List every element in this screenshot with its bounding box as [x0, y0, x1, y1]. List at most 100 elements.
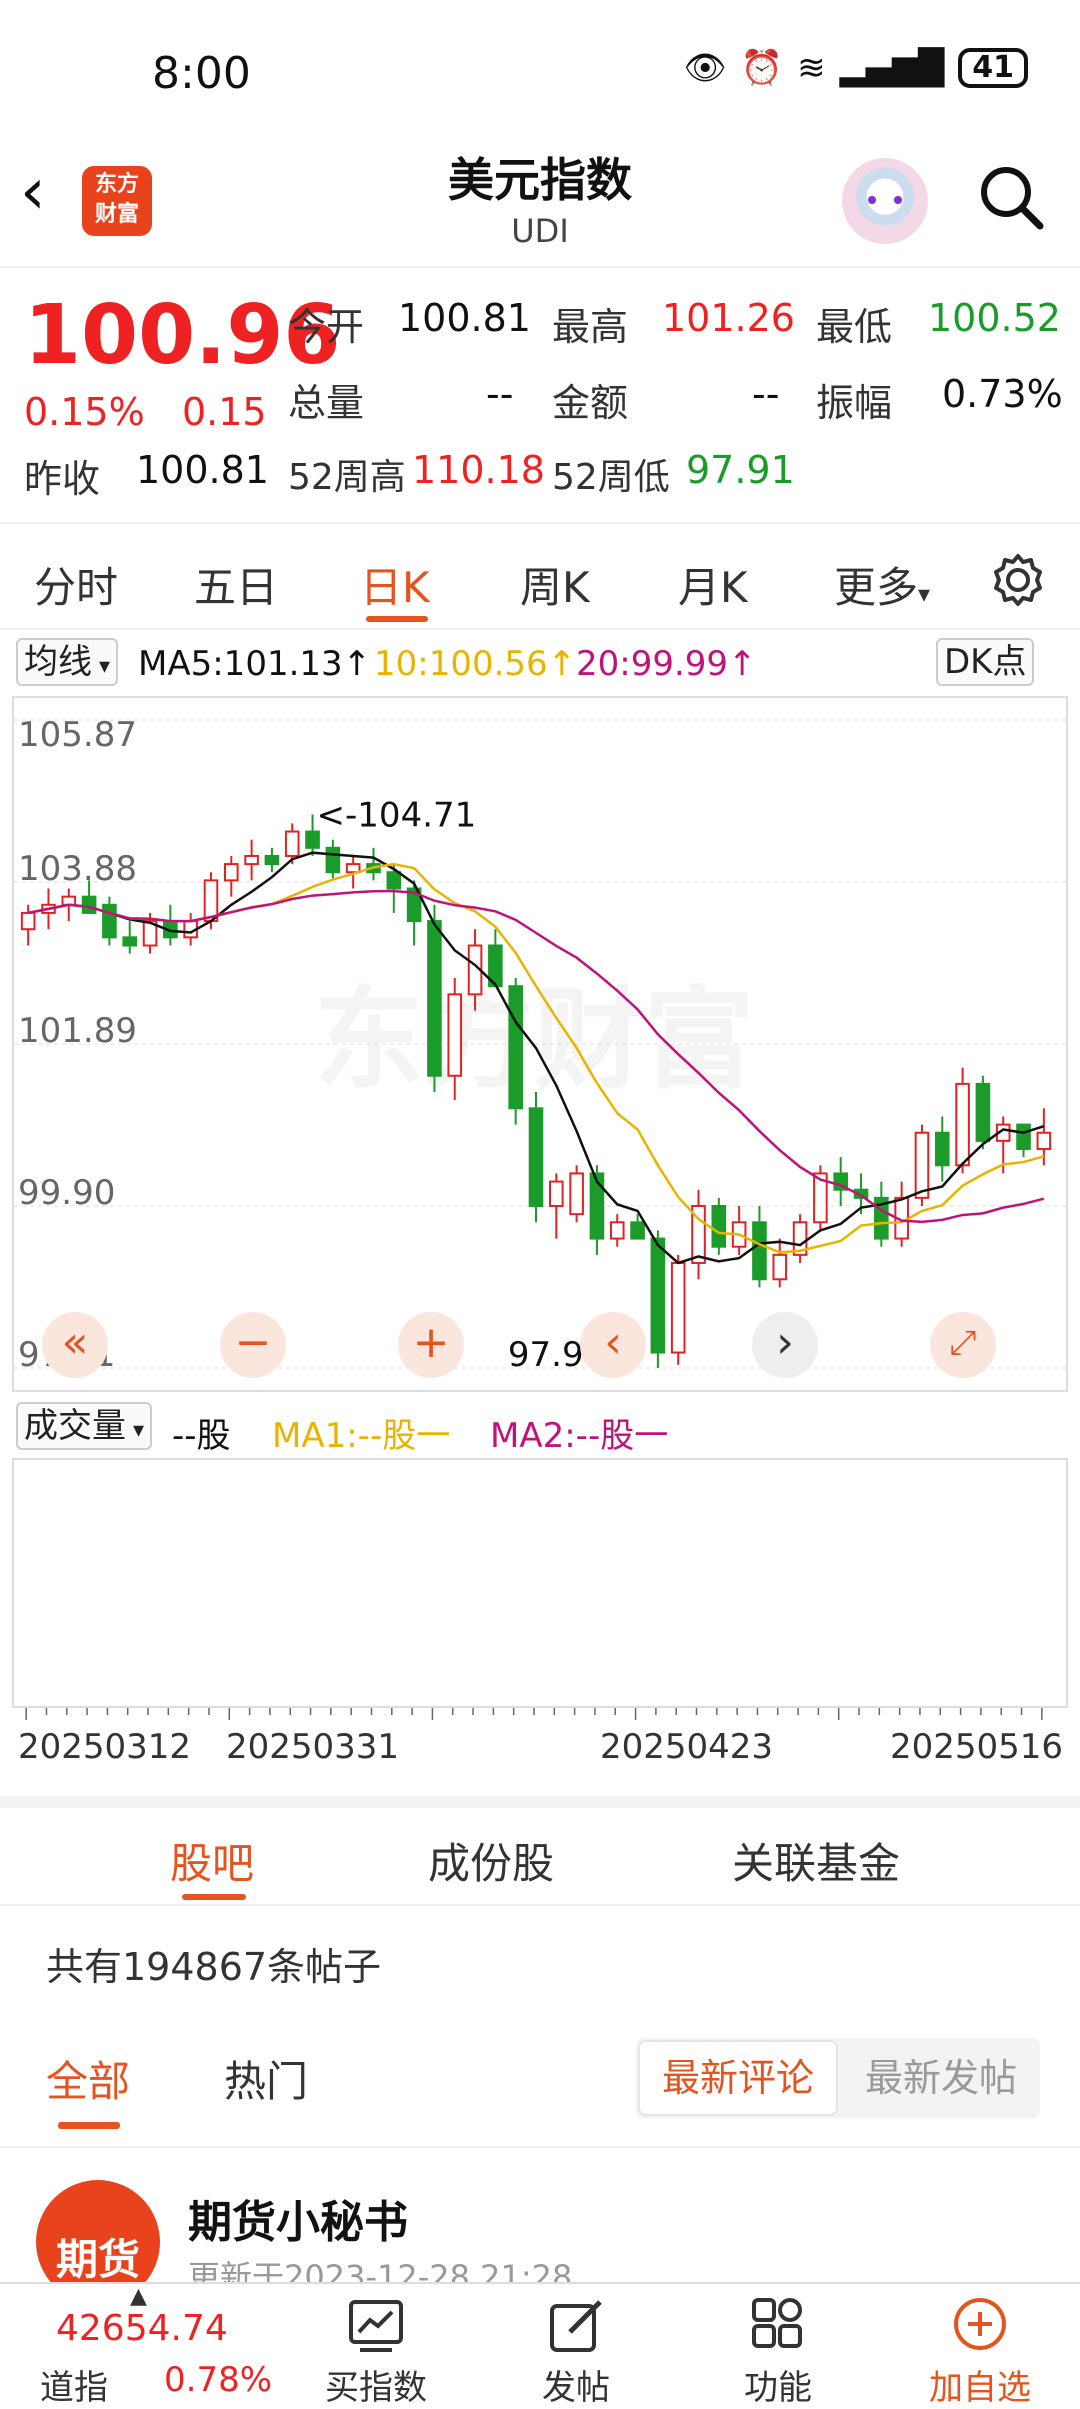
volume-label: 总量 — [288, 381, 365, 425]
amount-value: -- — [752, 372, 780, 416]
candle-body — [264, 854, 280, 866]
tab-constituents[interactable]: 成份股 — [428, 1830, 554, 1891]
sort-latest-post[interactable]: 最新发帖 — [846, 2040, 1036, 2116]
volume-selector-label: 成交量 — [24, 1406, 126, 1446]
function-label: 功能 — [744, 2368, 812, 2408]
candle-body — [122, 936, 138, 947]
amount-label: 金额 — [552, 381, 629, 425]
index-name[interactable]: 道指 — [40, 2360, 108, 2409]
chart-trend-icon — [349, 2300, 403, 2352]
step-left-icon[interactable]: ‹ — [580, 1312, 646, 1378]
buy-index-label: 买指数 — [325, 2368, 427, 2408]
candle-body — [20, 911, 36, 931]
tab-intraday[interactable]: 分时 — [34, 554, 118, 615]
x-label-4: 20250516 — [890, 1727, 1063, 1767]
prev-close-value: 100.81 — [136, 448, 269, 492]
candle-body — [345, 863, 361, 874]
author-name[interactable]: 期货小秘书 — [188, 2186, 408, 2250]
caret-down-icon: ▾ — [126, 1418, 145, 1443]
candle-body — [81, 895, 97, 914]
week52-high-value: 110.18 — [412, 448, 545, 492]
dk-point-button[interactable]: DK点 — [936, 638, 1035, 686]
function-button[interactable]: 功能 — [708, 2296, 848, 2409]
plus-circle-icon — [954, 2298, 1006, 2350]
candle-body — [102, 903, 117, 939]
add-watchlist-button[interactable]: 加自选 — [910, 2296, 1050, 2409]
y-tick-labels: 105.87103.88101.8999.9097.91 — [18, 715, 137, 1375]
kline-chart[interactable]: 东方财富 105.87103.88101.8999.9097.91 <-104.… — [12, 696, 1068, 1392]
post-button[interactable]: 发帖 — [506, 2296, 646, 2409]
candle-body — [223, 863, 239, 882]
candle-body — [955, 1082, 970, 1167]
candle-body — [711, 1205, 727, 1248]
clock: 8:00 — [152, 48, 251, 99]
candle-body — [549, 1180, 564, 1207]
tab-monthly-k[interactable]: 月K — [678, 554, 748, 615]
tab-related-funds[interactable]: 关联基金 — [732, 1830, 900, 1891]
candle-body — [508, 985, 523, 1110]
candle-body — [569, 1172, 584, 1216]
volume-legend: 成交量 ▾ --股 MA1:--股一 MA2:--股一 — [0, 1400, 1080, 1456]
caret-up-icon: ▲ — [130, 2284, 147, 2309]
volume-unit: --股 — [172, 1416, 231, 1456]
candle-body — [427, 920, 442, 1077]
tab-more[interactable]: 更多▾ — [834, 554, 930, 615]
post-count: 共有194867条帖子 — [46, 1945, 382, 1989]
ma5-value: MA5:101.13↑ — [138, 644, 372, 684]
index-change[interactable]: 0.78% — [164, 2360, 272, 2400]
x-label-1: 20250312 — [18, 1727, 191, 1767]
zoom-in-icon[interactable]: + — [398, 1312, 464, 1378]
amplitude-value: 0.73% — [942, 372, 1063, 416]
signal-icon: ▂▄▆█ — [839, 48, 945, 88]
tab-guba[interactable]: 股吧 — [170, 1830, 254, 1891]
candle-body — [975, 1082, 991, 1142]
fullscreen-icon[interactable]: ⤢ — [930, 1312, 996, 1378]
buy-index-button[interactable]: 买指数 — [306, 2296, 446, 2409]
x-label-3: 20250423 — [600, 1727, 773, 1767]
scroll-left-icon[interactable]: « — [42, 1312, 108, 1378]
volume-ma1: MA1:--股一 — [272, 1416, 451, 1456]
zoom-out-icon[interactable]: − — [220, 1312, 286, 1378]
kline-svg: 东方财富 105.87103.88101.8999.9097.91 <-104.… — [14, 715, 1066, 1375]
x-axis-ticks — [25, 1708, 1043, 1720]
x-axis: 20250312 20250331 20250423 20250516 — [18, 1708, 1063, 1767]
ma-selector[interactable]: 均线 ▾ — [16, 638, 119, 686]
volume-selector[interactable]: 成交量 ▾ — [16, 1402, 153, 1450]
tab-more-label: 更多 — [834, 563, 919, 612]
search-icon[interactable] — [976, 162, 1046, 232]
candle-body — [244, 854, 259, 866]
amplitude-label: 振幅 — [816, 381, 893, 425]
index-value[interactable]: 42654.74 — [56, 2308, 228, 2349]
max-price-label: <-104.71 — [317, 795, 477, 835]
week52-low-label: 52周低 — [552, 457, 670, 498]
community-tabs: 股吧 成份股 关联基金 — [0, 1796, 1080, 1906]
gear-icon[interactable] — [990, 552, 1046, 608]
step-right-icon[interactable]: › — [752, 1312, 818, 1378]
wifi-icon: ≋ — [797, 48, 826, 88]
status-icons: 👁 ⏰ ≋ ▂▄▆█ 41 — [684, 48, 1028, 88]
filter-hot[interactable]: 热门 — [224, 2048, 308, 2109]
candle-body — [914, 1131, 930, 1199]
tab-daily-k[interactable]: 日K — [360, 554, 430, 615]
sort-latest-comment[interactable]: 最新评论 — [638, 2040, 838, 2116]
open-value: 100.81 — [398, 296, 531, 340]
alarm-icon: ⏰ — [740, 48, 784, 88]
candle-body — [609, 1221, 625, 1240]
candle-body — [1016, 1123, 1031, 1151]
tab-weekly-k[interactable]: 周K — [520, 554, 590, 615]
post-label: 发帖 — [542, 2368, 610, 2408]
volume-value: -- — [486, 372, 514, 416]
candle-body — [630, 1221, 645, 1240]
tab-five-day[interactable]: 五日 — [194, 554, 278, 615]
filter-all[interactable]: 全部 — [46, 2048, 130, 2109]
y-tick-label: 99.90 — [18, 1173, 115, 1213]
caret-down-icon: ▾ — [918, 580, 931, 608]
y-tick-label: 105.87 — [18, 715, 137, 755]
ma20-value: 20:99.99↑ — [576, 644, 757, 684]
high-value: 101.26 — [662, 296, 795, 340]
assistant-robot-icon[interactable] — [842, 158, 928, 244]
candle-body — [772, 1253, 788, 1281]
divider — [0, 2146, 1080, 2148]
prev-close-label: 昨收 — [24, 457, 101, 501]
filter-indicator — [58, 2122, 120, 2129]
